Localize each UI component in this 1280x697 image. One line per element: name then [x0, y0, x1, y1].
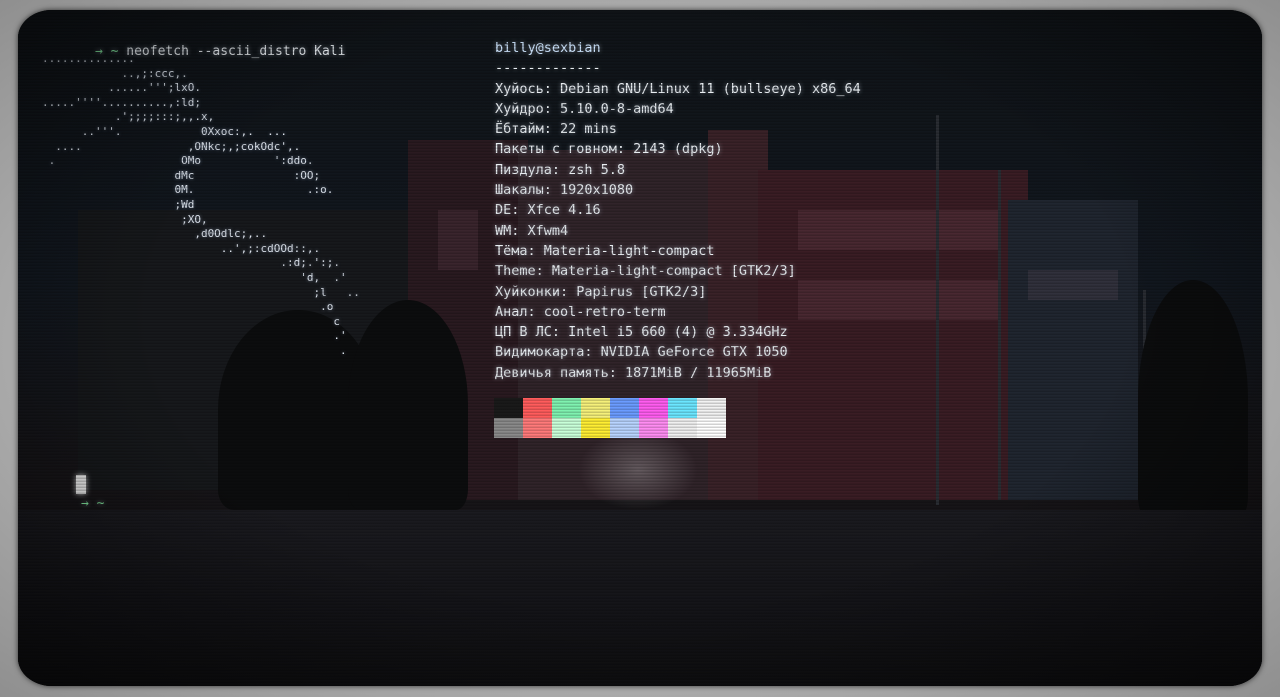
info-line-shell: Пиздула: zsh 5.8	[495, 161, 626, 178]
info-line-gpu: Видимокарта: NVIDIA GeForce GTX 1050	[495, 344, 788, 361]
ascii-line: dMc :OO;	[42, 168, 321, 182]
ascii-line: ......''';lxO.	[42, 81, 201, 95]
user-host: billy@sexbian	[495, 40, 601, 56]
palette-swatch	[639, 398, 668, 418]
system-info: billy@sexbian ------------- Хуйось: Debi…	[495, 38, 861, 383]
palette-swatch	[581, 418, 610, 438]
palette-swatch	[610, 418, 639, 438]
info-line-cpu: ЦП В ЛС: Intel i5 660 (4) @ 3.334GHz	[495, 324, 788, 341]
ascii-line: .o	[42, 300, 334, 314]
palette-swatch	[552, 398, 581, 418]
palette-swatch	[697, 398, 726, 418]
ascii-line: .	[42, 343, 347, 357]
prompt-indicator: → ~	[80, 496, 105, 511]
info-line-kernel: Хуйдро: 5.10.0-8-amd64	[495, 100, 674, 117]
text-cursor	[76, 475, 86, 494]
ascii-line: ,d0Odlc;,..	[42, 227, 268, 241]
ascii-line: .:d;.':;.	[42, 256, 341, 270]
palette-swatch	[668, 418, 697, 438]
palette-swatch	[523, 398, 552, 418]
ascii-line: ;Wd	[42, 197, 195, 211]
info-line-packages: Пакеты с говном: 2143 (dpkg)	[495, 141, 723, 158]
info-line-wm: WM: Xfwm4	[495, 222, 569, 239]
color-palette	[494, 398, 726, 438]
palette-swatch	[523, 418, 552, 438]
ascii-line: .'	[42, 329, 347, 343]
info-line-terminal: Анал: cool-retro-term	[495, 303, 666, 320]
info-line-os: Хуйось: Debian GNU/Linux 11 (bullseye) x…	[495, 80, 861, 97]
next-prompt-line[interactable]: → ~	[34, 474, 104, 534]
palette-swatch	[494, 398, 523, 418]
info-line-theme: Theme: Materia-light-compact [GTK2/3]	[495, 263, 796, 280]
palette-swatch	[552, 418, 581, 438]
info-line-de: DE: Xfce 4.16	[495, 202, 601, 219]
palette-swatch	[697, 418, 726, 438]
ascii-line: ..,;:ccc,.	[42, 66, 188, 80]
palette-swatch	[610, 398, 639, 418]
ascii-line: . OMo ':ddo.	[42, 154, 314, 168]
ascii-line: 0M. .:o.	[42, 183, 334, 197]
terminal-screen[interactable]: → ~ neofetch --ascii_distro Kali .......…	[18, 10, 1262, 686]
ascii-line: .... ,ONkc;,;cokOdc',.	[42, 139, 301, 153]
ascii-line: ;XO,	[42, 212, 208, 226]
ascii-line: c	[42, 314, 341, 328]
palette-row-normal	[494, 398, 726, 418]
info-line-memory: Девичья память: 1871MiB / 11965MiB	[495, 364, 772, 381]
ascii-line: ..............	[42, 52, 135, 65]
info-line-icons: Хуйконки: Papirus [GTK2/3]	[495, 283, 707, 300]
palette-swatch	[668, 398, 697, 418]
palette-swatch	[581, 398, 610, 418]
palette-swatch	[494, 418, 523, 438]
ascii-logo: .............. ..,;:ccc,. ......''';lxO.…	[42, 52, 360, 358]
ascii-line: 'd, .'	[42, 270, 347, 284]
info-line-uptime: Ёбтайм: 22 mins	[495, 121, 617, 138]
ascii-line: .';;;;:::;,,.x,	[42, 110, 215, 124]
info-line-wm-theme: Тёма: Materia-light-compact	[495, 242, 715, 259]
info-line-resolution: Шакалы: 1920x1080	[495, 182, 634, 199]
terminal-output: → ~ neofetch --ascii_distro Kali .......…	[18, 10, 1262, 686]
ascii-line: .....''''..........,:ld;	[42, 95, 201, 109]
palette-swatch	[639, 418, 668, 438]
palette-row-bright	[494, 418, 726, 438]
ascii-line: ..',;:cdOOd::,.	[42, 241, 321, 255]
ascii-line: ..'''. 0Xxoc:,. ...	[42, 124, 288, 138]
info-separator: -------------	[495, 60, 601, 77]
ascii-line: ;l ..	[42, 285, 360, 299]
